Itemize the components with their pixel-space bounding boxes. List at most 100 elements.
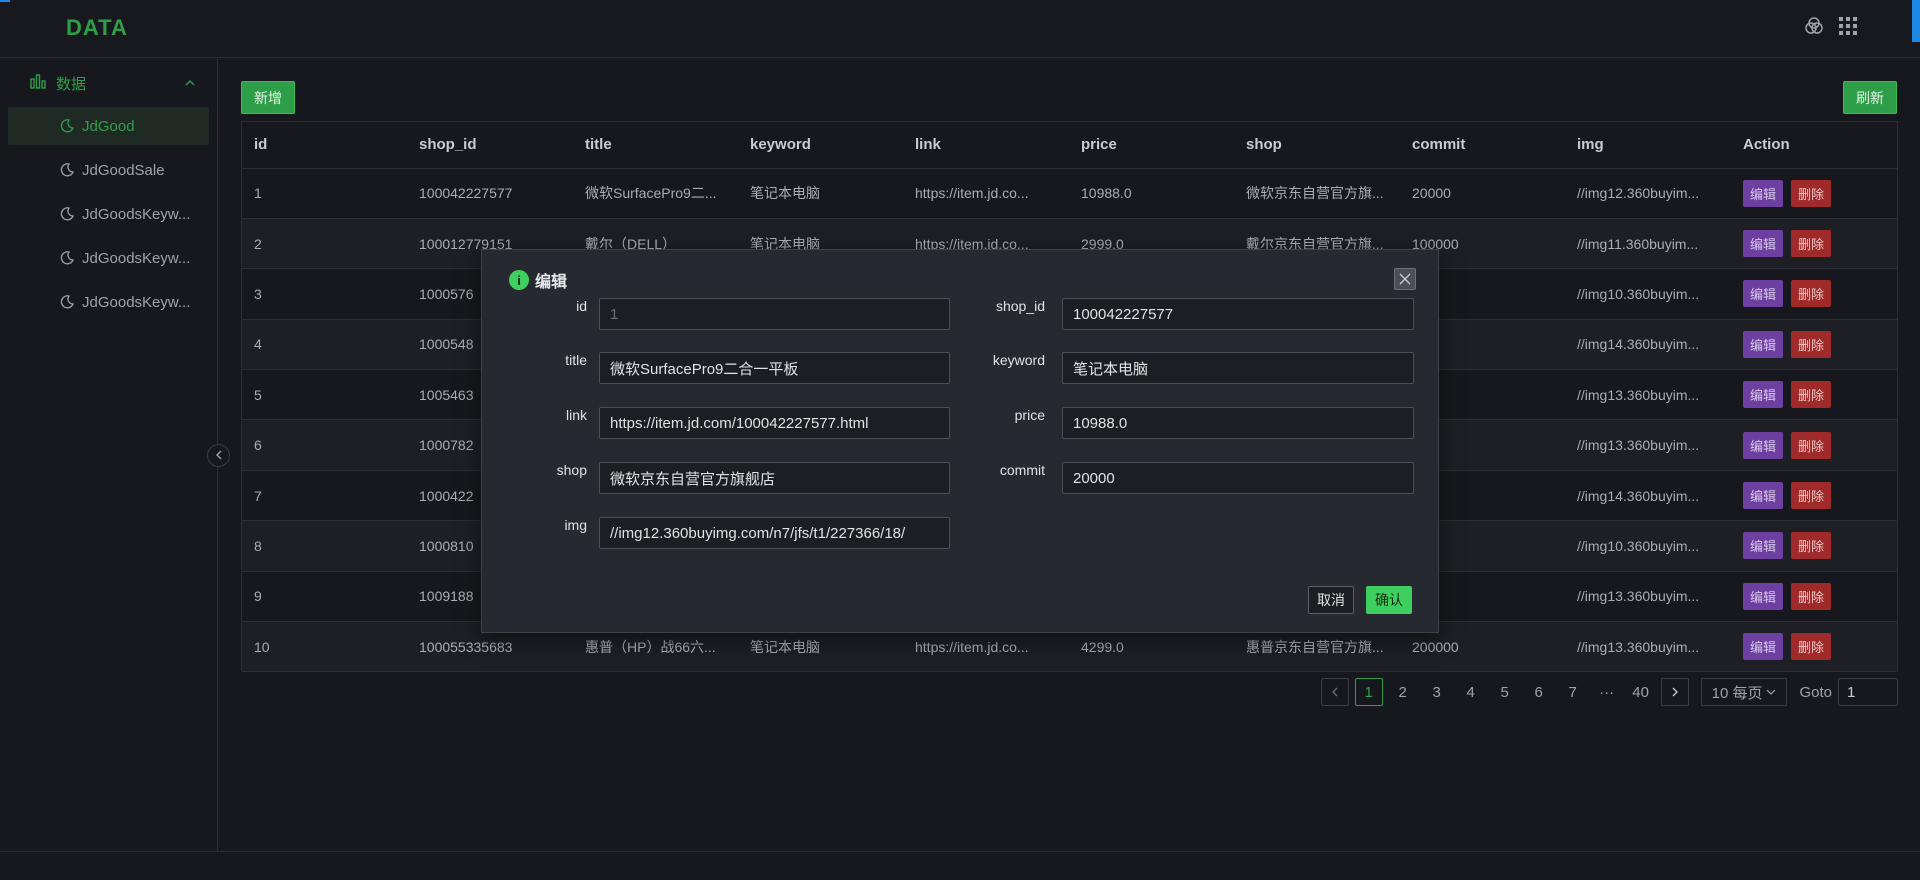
prev-page-button[interactable] <box>1320 678 1349 706</box>
edit-button[interactable]: 编辑 <box>1743 179 1784 207</box>
page-button[interactable]: 40 <box>1627 678 1655 706</box>
edit-button[interactable]: 编辑 <box>1743 633 1784 661</box>
commit-field[interactable]: 20000 <box>1062 462 1414 494</box>
refresh-button[interactable]: 刷新 <box>1843 81 1897 114</box>
chevron-left-icon <box>1331 687 1338 697</box>
column-header[interactable]: shop_id <box>407 122 573 169</box>
table-cell-id: 8 <box>242 520 407 572</box>
table-cell-img: //img13.360buyim... <box>1565 571 1731 623</box>
column-header[interactable]: commit <box>1400 122 1565 169</box>
id-field[interactable]: 1 <box>599 298 950 330</box>
grid-apps-icon[interactable] <box>1838 16 1858 36</box>
delete-button[interactable]: 删除 <box>1791 431 1832 459</box>
edit-button[interactable]: 编辑 <box>1743 230 1784 258</box>
moon-icon <box>60 119 74 133</box>
edit-button[interactable]: 编辑 <box>1743 582 1784 610</box>
circles-icon[interactable] <box>1804 16 1824 36</box>
delete-button[interactable]: 删除 <box>1791 482 1832 510</box>
link-field[interactable]: https://item.jd.com/100042227577.html <box>599 407 950 439</box>
delete-button[interactable]: 删除 <box>1791 330 1832 358</box>
sidebar-item-jdgoodskeyword-2[interactable]: JdGoodsKeyw... <box>8 239 209 277</box>
edit-dialog: i 编辑 id 1 shop_id 100042227577 title 微软S… <box>481 249 1439 633</box>
moon-icon <box>60 251 74 265</box>
edit-button[interactable]: 编辑 <box>1743 280 1784 308</box>
column-header[interactable]: link <box>903 122 1069 169</box>
page-size-select[interactable]: 10 每页 <box>1700 678 1788 706</box>
footer-divider <box>0 851 1920 852</box>
sidebar-item-label: JdGoodsKeyw... <box>82 249 191 267</box>
next-page-button[interactable] <box>1660 678 1689 706</box>
sidebar-item-jdgoodsale[interactable]: JdGoodSale <box>8 151 209 189</box>
delete-button[interactable]: 删除 <box>1791 633 1832 661</box>
shop-field[interactable]: 微软京东自营官方旗舰店 <box>599 462 950 494</box>
pagination: 1 2 3 4 5 6 7 ··· 40 10 每页 Goto 1 <box>1320 678 1898 706</box>
column-header: Action <box>1731 122 1897 169</box>
page-ellipsis[interactable]: ··· <box>1593 678 1621 706</box>
img-field[interactable]: //img12.360buyimg.com/n7/jfs/t1/227366/1… <box>599 517 950 549</box>
edit-button[interactable]: 编辑 <box>1743 532 1784 560</box>
delete-button[interactable]: 删除 <box>1791 582 1832 610</box>
delete-button[interactable]: 删除 <box>1791 381 1832 409</box>
page-button[interactable]: 2 <box>1389 678 1417 706</box>
title-field[interactable]: 微软SurfacePro9二合一平板 <box>599 352 950 384</box>
table-cell-id: 9 <box>242 571 407 623</box>
column-header[interactable]: img <box>1565 122 1731 169</box>
table-cell-commit: 20000 <box>1400 168 1565 219</box>
page-button-current[interactable]: 1 <box>1354 678 1383 706</box>
page-button[interactable]: 7 <box>1559 678 1587 706</box>
cancel-button[interactable]: 取消 <box>1308 586 1354 614</box>
sidebar-collapse-button[interactable] <box>207 444 230 467</box>
goto-label: Goto <box>1799 683 1832 701</box>
column-header[interactable]: id <box>242 122 407 169</box>
price-field[interactable]: 10988.0 <box>1062 407 1414 439</box>
table-cell-action: 编辑 删除 <box>1731 218 1897 270</box>
page-button[interactable]: 4 <box>1457 678 1485 706</box>
shop-id-field[interactable]: 100042227577 <box>1062 298 1414 330</box>
edit-button[interactable]: 编辑 <box>1743 431 1784 459</box>
edit-button[interactable]: 编辑 <box>1743 482 1784 510</box>
edit-button[interactable]: 编辑 <box>1743 381 1784 409</box>
confirm-button[interactable]: 确认 <box>1366 586 1412 614</box>
delete-button[interactable]: 删除 <box>1791 230 1832 258</box>
delete-button[interactable]: 删除 <box>1791 280 1832 308</box>
close-button[interactable] <box>1394 268 1416 290</box>
dialog-title-text: 编辑 <box>535 274 568 291</box>
table-cell-action: 编辑 删除 <box>1731 419 1897 471</box>
chevron-right-icon <box>1672 687 1678 697</box>
table-row: 1 100042227577 微软SurfacePro9二... 笔记本电脑 https… <box>242 168 1897 219</box>
field-label-id: id <box>576 298 587 314</box>
table-cell-id: 10 <box>242 621 407 673</box>
column-header[interactable]: keyword <box>738 122 903 169</box>
table-cell-action: 编辑 删除 <box>1731 268 1897 320</box>
goto-input[interactable]: 1 <box>1838 678 1898 706</box>
table-cell-action: 编辑 删除 <box>1731 168 1897 219</box>
page-button[interactable]: 5 <box>1491 678 1519 706</box>
page-button[interactable]: 3 <box>1423 678 1451 706</box>
sidebar-group-label: 数据 <box>56 75 87 93</box>
table-cell-id: 7 <box>242 470 407 522</box>
field-label-title: title <box>565 352 587 368</box>
sidebar-item-jdgood[interactable]: JdGood <box>8 107 209 145</box>
keyword-field[interactable]: 笔记本电脑 <box>1062 352 1414 384</box>
sidebar-item-jdgoodskeyword-1[interactable]: JdGoodsKeyw... <box>8 195 209 233</box>
table-cell-title: 微软SurfacePro9二... <box>573 168 738 219</box>
table-cell-link: https://item.jd.co... <box>903 168 1069 219</box>
page-button[interactable]: 6 <box>1525 678 1553 706</box>
column-header[interactable]: price <box>1069 122 1234 169</box>
column-header[interactable]: shop <box>1234 122 1400 169</box>
sidebar-item-jdgoodskeyword-3[interactable]: JdGoodsKeyw... <box>8 283 209 321</box>
field-label-keyword: keyword <box>992 352 1045 368</box>
dialog-title: i 编辑 <box>509 268 567 292</box>
table-header-row: id shop_id title keyword link price shop… <box>242 122 1897 169</box>
table-cell-img: //img10.360buyim... <box>1565 268 1731 320</box>
add-button[interactable]: 新增 <box>241 81 295 114</box>
column-header[interactable]: title <box>573 122 738 169</box>
delete-button[interactable]: 删除 <box>1791 179 1832 207</box>
edit-button[interactable]: 编辑 <box>1743 330 1784 358</box>
delete-button[interactable]: 删除 <box>1791 532 1832 560</box>
sidebar-item-label: JdGoodsKeyw... <box>82 205 191 223</box>
app: DATA 数据 JdGood JdGoodSale JdGoodsKeyw...… <box>0 0 1920 880</box>
sidebar-group-data[interactable]: 数据 <box>0 59 217 107</box>
page-size-value: 10 每页 <box>1711 684 1763 702</box>
scrollbar[interactable] <box>1912 0 1920 42</box>
